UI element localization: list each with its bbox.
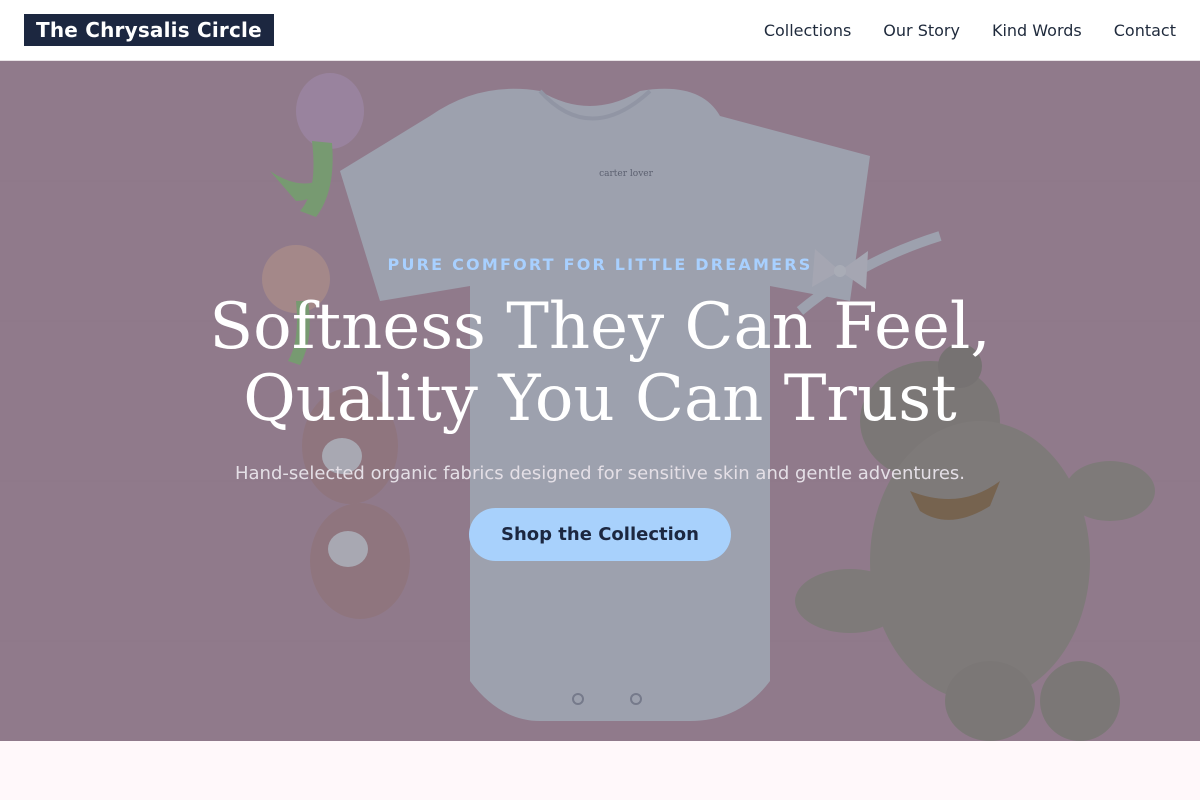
hero-eyebrow: PURE COMFORT FOR LITTLE DREAMERS — [387, 255, 813, 274]
nav-link-collections[interactable]: Collections — [764, 21, 851, 40]
site-header: The Chrysalis Circle Collections Our Sto… — [0, 0, 1200, 61]
hero-content: PURE COMFORT FOR LITTLE DREAMERS Softnes… — [0, 61, 1200, 741]
shop-collection-button[interactable]: Shop the Collection — [469, 508, 731, 561]
hero-headline: Softness They Can Feel, Quality You Can … — [0, 291, 1200, 435]
nav-link-kind-words[interactable]: Kind Words — [992, 21, 1082, 40]
nav-link-our-story[interactable]: Our Story — [883, 21, 960, 40]
main-nav: Collections Our Story Kind Words Contact — [732, 21, 1176, 40]
hero-headline-line-2: Quality You Can Trust — [243, 362, 957, 436]
hero-headline-line-1: Softness They Can Feel, — [209, 290, 991, 364]
next-section — [0, 741, 1200, 800]
brand-logo[interactable]: The Chrysalis Circle — [24, 14, 274, 46]
nav-link-contact[interactable]: Contact — [1114, 21, 1176, 40]
hero-section: carter lover PURE COMFORT FOR LITTLE DRE… — [0, 61, 1200, 741]
hero-subtext: Hand-selected organic fabrics designed f… — [234, 463, 966, 484]
